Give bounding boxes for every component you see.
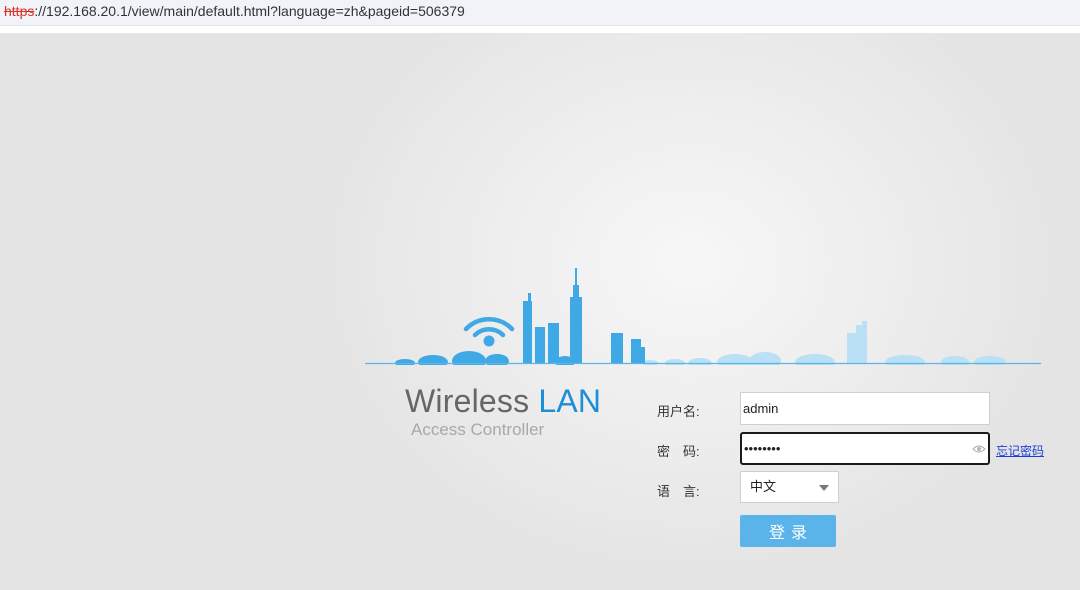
address-bar[interactable]: https://192.168.20.1/view/main/default.h…	[0, 0, 1080, 26]
url-scheme: https	[4, 3, 35, 19]
brand-title-main: Wireless	[405, 383, 539, 419]
language-select-value: 中文	[750, 479, 777, 494]
login-page: Wireless LAN Access Controller 用户名: 密 码:…	[0, 33, 1080, 590]
brand-subtitle: Access Controller	[411, 420, 545, 439]
url-text: ://192.168.20.1/view/main/default.html?l…	[34, 3, 465, 19]
eye-icon[interactable]	[972, 443, 986, 455]
password-field[interactable]	[740, 432, 990, 465]
brand-title: Wireless LAN	[405, 383, 601, 420]
address-bar-divider	[0, 26, 1080, 33]
brand-title-accent: LAN	[538, 383, 602, 419]
language-select[interactable]: 中文	[740, 471, 839, 503]
username-label: 用户名:	[657, 404, 700, 419]
username-field[interactable]	[740, 392, 990, 425]
wifi-city-skyline-icon	[365, 268, 1041, 365]
language-label: 语 言:	[657, 484, 700, 499]
forgot-password-link[interactable]: 忘记密码	[996, 442, 1044, 459]
chevron-down-icon	[819, 485, 829, 491]
login-button[interactable]: 登录	[740, 515, 836, 547]
password-label: 密 码:	[657, 444, 700, 459]
